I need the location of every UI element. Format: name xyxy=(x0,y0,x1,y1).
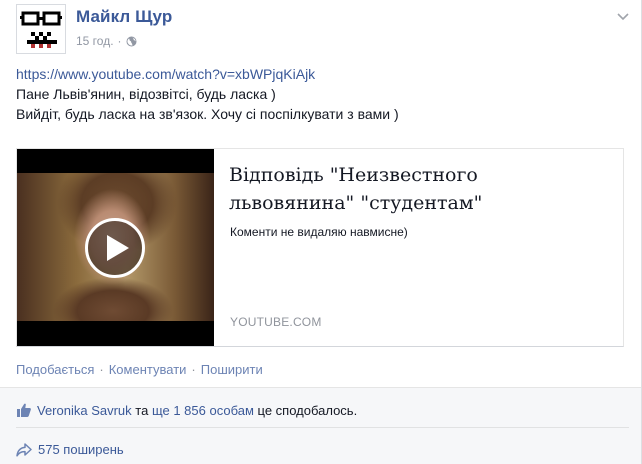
attachment-source: YOUTUBE.COM xyxy=(230,315,322,329)
like-link[interactable]: Подобається xyxy=(16,362,94,377)
action-separator: · xyxy=(191,362,196,377)
liker-name-link[interactable]: Veronika Savruk xyxy=(37,403,132,418)
share-arrow-icon xyxy=(16,442,32,457)
shares-link[interactable]: 575 поширень xyxy=(16,442,124,457)
globe-icon[interactable] xyxy=(126,36,137,47)
likes-middle: та xyxy=(131,402,152,418)
ufi-divider xyxy=(16,427,629,428)
video-thumbnail[interactable] xyxy=(17,149,214,346)
story-actions: Подобається · Коментувати · Поширити xyxy=(16,362,263,377)
chevron-down-icon[interactable] xyxy=(617,8,629,21)
post-message: https://www.youtube.com/watch?v=xbWPjqKi… xyxy=(16,64,625,124)
shares-count: 575 поширень xyxy=(38,442,124,457)
other-likers-link[interactable]: ще 1 856 особам xyxy=(152,403,254,418)
likes-text: Veronika Savruk та ще 1 856 особам це сп… xyxy=(37,403,357,418)
ufi-panel: Veronika Savruk та ще 1 856 особам це сп… xyxy=(0,387,641,464)
avatar-glasses-image xyxy=(17,5,65,53)
post-link[interactable]: https://www.youtube.com/watch?v=xbWPjqKi… xyxy=(16,64,625,84)
likes-suffix: це сподобалось. xyxy=(253,402,358,418)
author-name[interactable]: Майкл Щур xyxy=(76,7,172,27)
comment-link[interactable]: Коментувати xyxy=(109,362,187,377)
post-timestamp[interactable]: 15 год. xyxy=(76,34,114,48)
avatar[interactable] xyxy=(16,4,66,54)
attachment-description: Коменти не видаляю навмисне) xyxy=(230,225,408,239)
post-line-1: Пане Львів'янин, відозвітсі, будь ласка … xyxy=(16,86,276,102)
meta-separator: · xyxy=(117,34,122,48)
play-icon[interactable] xyxy=(85,218,145,278)
action-separator: · xyxy=(99,362,104,377)
thumbs-up-icon xyxy=(16,402,32,418)
link-attachment[interactable]: Відповідь "Неизвестного львовянина" "сту… xyxy=(16,148,624,347)
share-link[interactable]: Поширити xyxy=(201,362,263,377)
feed-story: Майкл Щур 15 год. · https://www.youtube.… xyxy=(0,0,642,464)
story-header: Майкл Щур 15 год. · xyxy=(16,4,629,54)
post-line-2: Вийдіт, будь ласка на зв'язок. Хочу сі п… xyxy=(16,106,399,122)
likes-summary: Veronika Savruk та ще 1 856 особам це сп… xyxy=(16,402,357,418)
post-meta: 15 год. · xyxy=(76,34,137,48)
attachment-title[interactable]: Відповідь "Неизвестного львовянина" "сту… xyxy=(229,161,609,217)
